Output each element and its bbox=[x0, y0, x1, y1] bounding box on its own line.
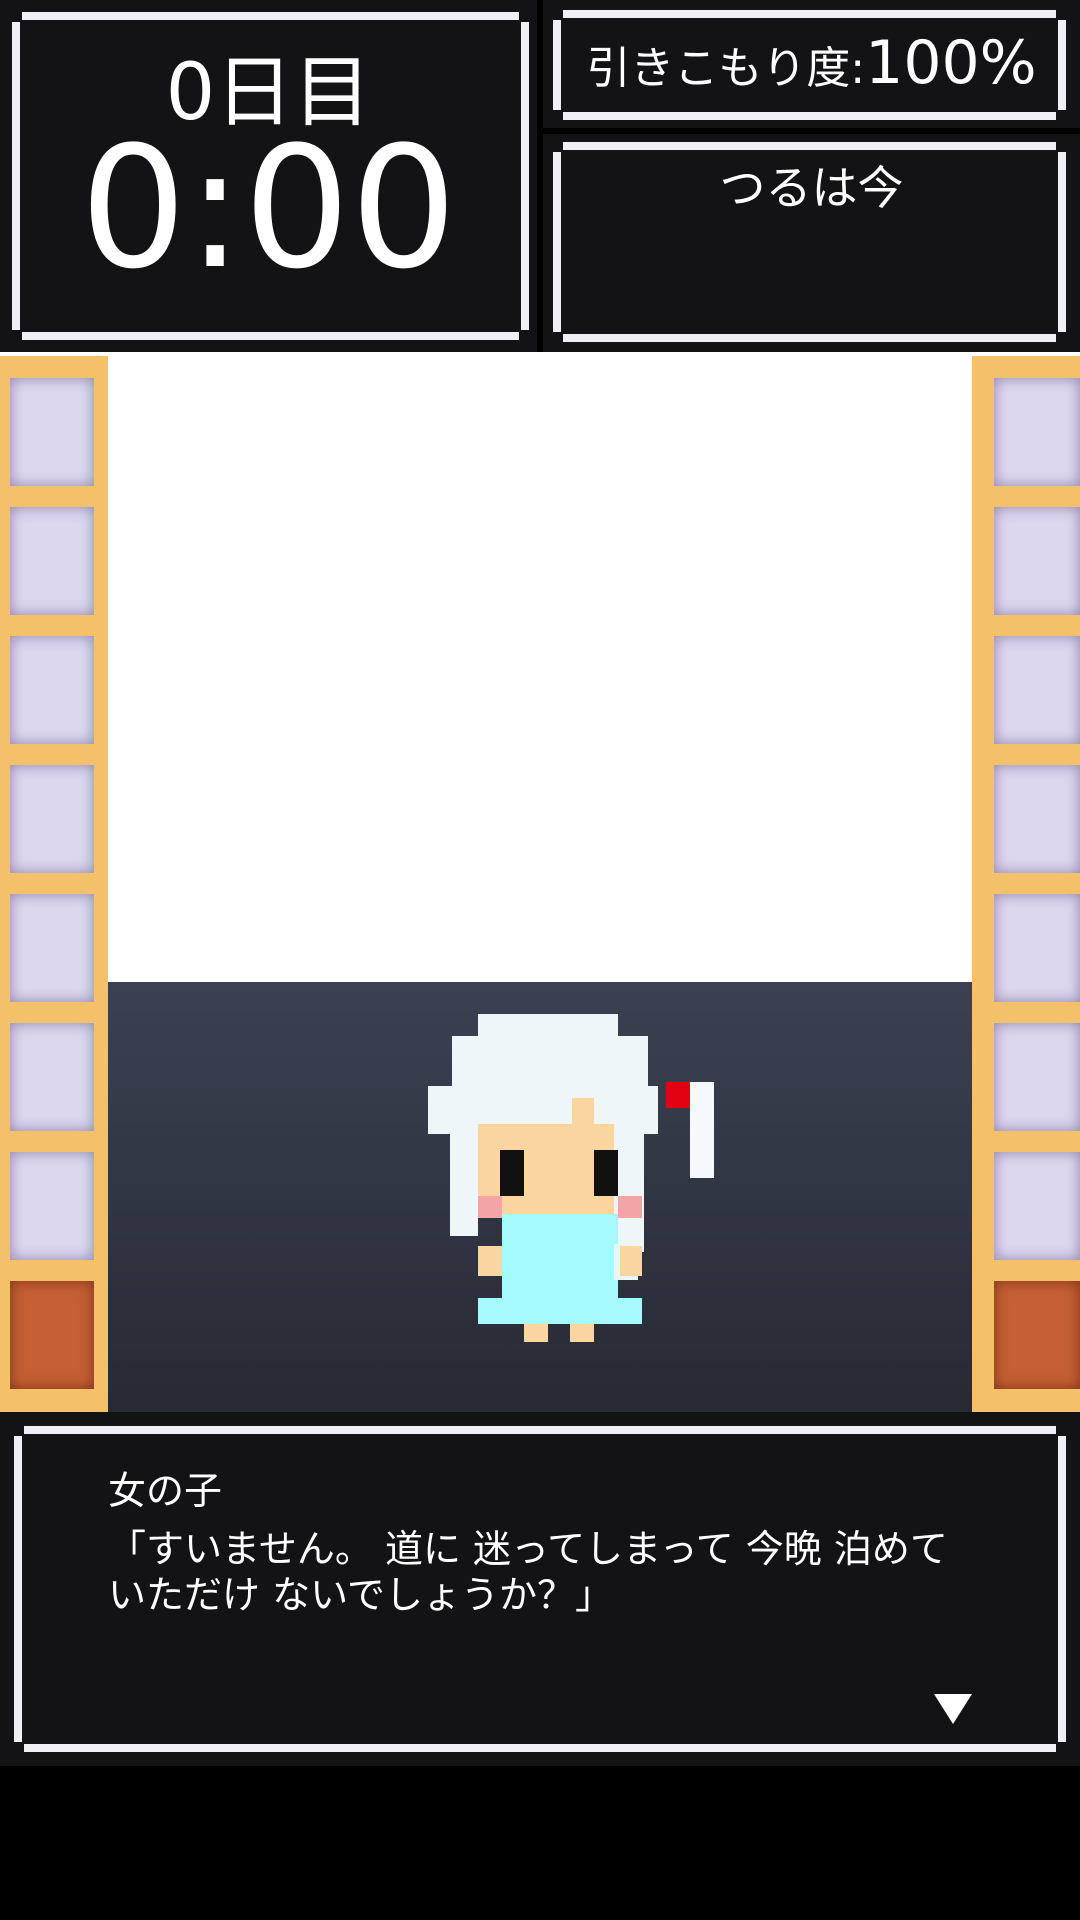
shoji-pane bbox=[10, 1152, 94, 1260]
shoji-pane bbox=[994, 1152, 1080, 1260]
shoji-pane bbox=[994, 765, 1080, 873]
shoji-pane bbox=[10, 507, 94, 615]
triangle-down-icon[interactable] bbox=[934, 1694, 972, 1724]
shoji-pane bbox=[994, 378, 1080, 486]
hikikomori-value: 100% bbox=[865, 28, 1037, 98]
shoji-pane bbox=[10, 765, 94, 873]
shoji-pane bbox=[994, 1023, 1080, 1131]
shoji-pane bbox=[10, 1023, 94, 1131]
girl-character-sprite[interactable] bbox=[428, 1012, 716, 1352]
shoji-pane bbox=[994, 894, 1080, 1002]
hikikomori-label: 引きこもり度: bbox=[586, 43, 866, 94]
shoji-screen-right bbox=[972, 356, 1080, 1412]
game-scene[interactable] bbox=[0, 352, 1080, 1412]
shoji-pane bbox=[994, 636, 1080, 744]
shoji-pane bbox=[10, 636, 94, 744]
shoji-pane bbox=[994, 507, 1080, 615]
clock-time: 0:00 bbox=[79, 110, 458, 306]
hikikomori-readout: 引きこもり度:100% bbox=[543, 28, 1080, 98]
speaker-name: 女の子 bbox=[108, 1469, 223, 1513]
dialog-text-line-2: いただけ ないでしょうか？」 bbox=[108, 1573, 613, 1617]
door-panel bbox=[10, 1281, 94, 1389]
shoji-pane bbox=[10, 378, 94, 486]
shoji-pane bbox=[10, 894, 94, 1002]
door-panel bbox=[994, 1281, 1080, 1389]
tsuru-status-label: つるは今 bbox=[719, 161, 904, 215]
shoji-screen-left bbox=[0, 356, 108, 1412]
